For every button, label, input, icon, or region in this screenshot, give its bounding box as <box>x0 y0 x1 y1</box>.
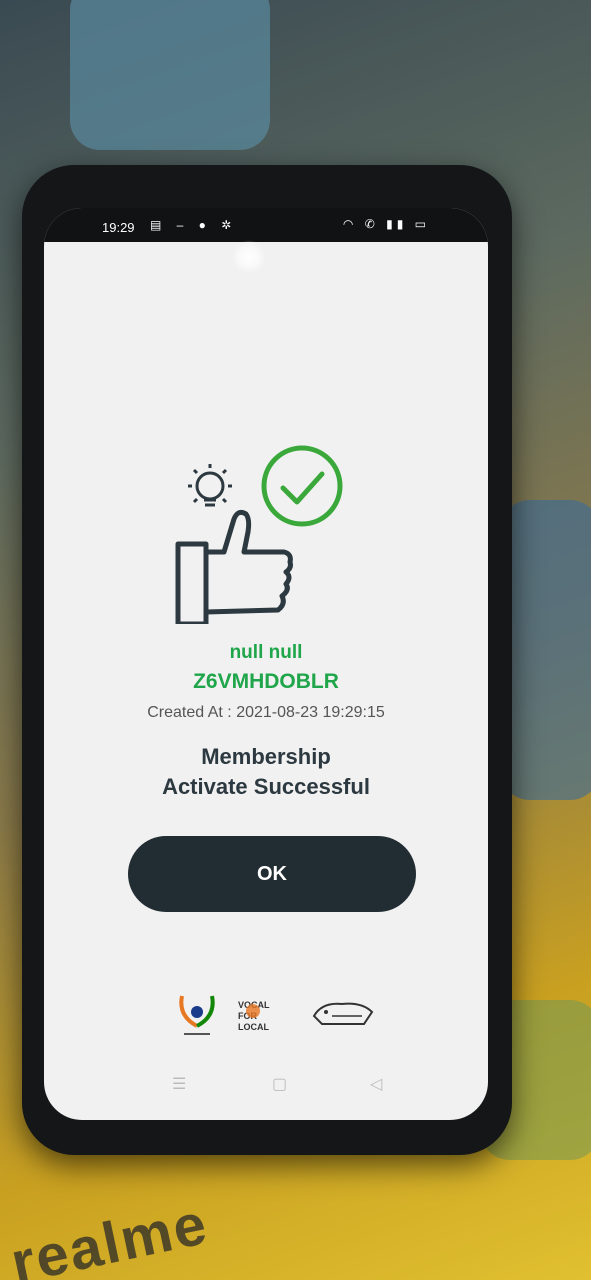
call-icon: ✆ <box>364 217 379 231</box>
lightbulb-icon <box>188 464 232 507</box>
home-icon[interactable]: ▢ <box>272 1074 287 1094</box>
success-message-line2: Activate Successful <box>162 774 370 799</box>
india-map-mark <box>246 1004 260 1018</box>
phone-screen: 19:29 ▤ – ● ✲ ◠ ✆ ▮▮ ▭ null null Z6VMHDO… <box>44 208 488 1120</box>
vocal-for-local-logo: VOCAL FOR LOCAL <box>238 1000 298 1036</box>
menu-icon[interactable]: ☰ <box>172 1074 186 1094</box>
member-name: null null <box>229 642 303 663</box>
background-object <box>500 500 591 800</box>
status-bar: 19:29 ▤ – ● ✲ ◠ ✆ ▮▮ ▭ <box>44 208 488 242</box>
success-illustration <box>175 445 343 624</box>
azadi-ka-amrit-mahotsav-logo <box>179 995 215 1035</box>
battery-icon: ▭ <box>414 217 430 231</box>
created-at-value: 2021-08-23 19:29:15 <box>236 704 385 721</box>
light-glare <box>232 240 266 274</box>
make-in-india-logo <box>312 1002 374 1025</box>
wifi-icon: ◠ <box>342 217 358 231</box>
navigation-bar: ☰ ▢ ◁ <box>44 1070 488 1100</box>
status-time: 19:29 <box>102 220 135 235</box>
background-brand-text: realme <box>5 1191 214 1280</box>
success-message-line1: Membership <box>201 744 331 769</box>
background-object <box>70 0 270 150</box>
vocal-for-local-text: VOCAL FOR LOCAL <box>238 1000 269 1032</box>
membership-code: Z6VMHDOBLR <box>193 670 339 693</box>
thumbs-up-icon <box>175 509 293 624</box>
ok-button[interactable]: OK <box>128 836 416 912</box>
check-circle-icon <box>261 445 343 527</box>
partner-logos: VOCAL FOR LOCAL <box>174 986 374 1046</box>
notification-icons: ▤ – ● ✲ <box>150 218 238 232</box>
created-at-row: Created At : 2021-08-23 19:29:15 <box>44 704 488 722</box>
signal-icon: ▮▮ <box>386 217 408 231</box>
system-icons: ◠ ✆ ▮▮ ▭ <box>343 217 430 231</box>
created-at-label: Created At : <box>147 704 232 721</box>
back-icon[interactable]: ◁ <box>370 1074 382 1094</box>
photo-scene: realme 19:29 ▤ – ● ✲ ◠ ✆ ▮▮ ▭ null null … <box>0 0 591 1280</box>
